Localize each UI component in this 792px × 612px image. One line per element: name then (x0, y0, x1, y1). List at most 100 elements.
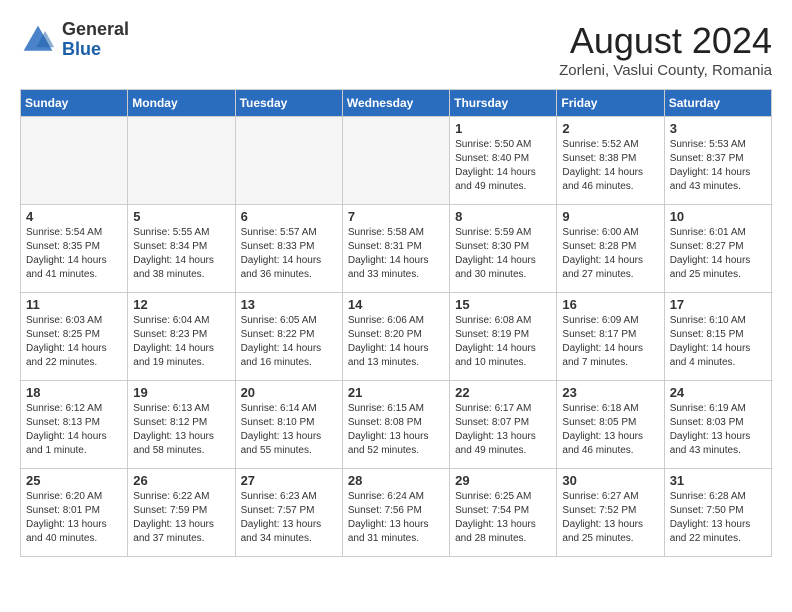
calendar-week-row: 18 Sunrise: 6:12 AM Sunset: 8:13 PM Dayli… (21, 381, 772, 469)
day-header-friday: Friday (557, 90, 664, 117)
day-info: Sunrise: 6:24 AM Sunset: 7:56 PM Dayligh… (348, 490, 444, 546)
day-number: 30 (562, 473, 658, 488)
calendar-table: SundayMondayTuesdayWednesdayThursdayFrid… (20, 89, 772, 557)
calendar-cell: 29 Sunrise: 6:25 AM Sunset: 7:54 PM Dayli… (450, 469, 557, 557)
day-info: Sunrise: 6:18 AM Sunset: 8:05 PM Dayligh… (562, 402, 658, 458)
day-info: Sunrise: 6:15 AM Sunset: 8:08 PM Dayligh… (348, 402, 444, 458)
day-number: 10 (670, 209, 766, 224)
calendar-cell: 19 Sunrise: 6:13 AM Sunset: 8:12 PM Dayli… (128, 381, 235, 469)
calendar-cell: 1 Sunrise: 5:50 AM Sunset: 8:40 PM Daylig… (450, 117, 557, 205)
day-info: Sunrise: 5:57 AM Sunset: 8:33 PM Dayligh… (241, 226, 337, 282)
day-header-wednesday: Wednesday (342, 90, 449, 117)
day-number: 4 (26, 209, 122, 224)
calendar-cell: 31 Sunrise: 6:28 AM Sunset: 7:50 PM Dayli… (664, 469, 771, 557)
day-number: 28 (348, 473, 444, 488)
logo-icon (20, 22, 56, 58)
day-number: 15 (455, 297, 551, 312)
day-info: Sunrise: 6:10 AM Sunset: 8:15 PM Dayligh… (670, 314, 766, 370)
calendar-cell: 6 Sunrise: 5:57 AM Sunset: 8:33 PM Daylig… (235, 205, 342, 293)
day-info: Sunrise: 6:08 AM Sunset: 8:19 PM Dayligh… (455, 314, 551, 370)
calendar-cell: 18 Sunrise: 6:12 AM Sunset: 8:13 PM Dayli… (21, 381, 128, 469)
calendar-cell: 10 Sunrise: 6:01 AM Sunset: 8:27 PM Dayli… (664, 205, 771, 293)
day-info: Sunrise: 6:27 AM Sunset: 7:52 PM Dayligh… (562, 490, 658, 546)
calendar-cell: 9 Sunrise: 6:00 AM Sunset: 8:28 PM Daylig… (557, 205, 664, 293)
day-number: 14 (348, 297, 444, 312)
day-number: 27 (241, 473, 337, 488)
logo-blue-text: Blue (62, 39, 101, 59)
day-header-tuesday: Tuesday (235, 90, 342, 117)
logo-general-text: General (62, 19, 129, 39)
day-number: 18 (26, 385, 122, 400)
day-info: Sunrise: 6:13 AM Sunset: 8:12 PM Dayligh… (133, 402, 229, 458)
day-info: Sunrise: 6:12 AM Sunset: 8:13 PM Dayligh… (26, 402, 122, 458)
day-number: 24 (670, 385, 766, 400)
day-info: Sunrise: 6:28 AM Sunset: 7:50 PM Dayligh… (670, 490, 766, 546)
day-number: 6 (241, 209, 337, 224)
day-number: 5 (133, 209, 229, 224)
calendar-cell: 13 Sunrise: 6:05 AM Sunset: 8:22 PM Dayli… (235, 293, 342, 381)
calendar-week-row: 25 Sunrise: 6:20 AM Sunset: 8:01 PM Dayli… (21, 469, 772, 557)
calendar-cell: 17 Sunrise: 6:10 AM Sunset: 8:15 PM Dayli… (664, 293, 771, 381)
day-number: 12 (133, 297, 229, 312)
calendar-cell: 25 Sunrise: 6:20 AM Sunset: 8:01 PM Dayli… (21, 469, 128, 557)
day-info: Sunrise: 5:50 AM Sunset: 8:40 PM Dayligh… (455, 138, 551, 194)
day-number: 19 (133, 385, 229, 400)
calendar-cell: 30 Sunrise: 6:27 AM Sunset: 7:52 PM Dayli… (557, 469, 664, 557)
day-number: 1 (455, 121, 551, 136)
calendar-cell (235, 117, 342, 205)
day-info: Sunrise: 6:01 AM Sunset: 8:27 PM Dayligh… (670, 226, 766, 282)
day-number: 23 (562, 385, 658, 400)
day-info: Sunrise: 6:06 AM Sunset: 8:20 PM Dayligh… (348, 314, 444, 370)
day-header-monday: Monday (128, 90, 235, 117)
calendar-cell: 28 Sunrise: 6:24 AM Sunset: 7:56 PM Dayli… (342, 469, 449, 557)
day-number: 17 (670, 297, 766, 312)
day-info: Sunrise: 5:59 AM Sunset: 8:30 PM Dayligh… (455, 226, 551, 282)
calendar-cell: 21 Sunrise: 6:15 AM Sunset: 8:08 PM Dayli… (342, 381, 449, 469)
day-header-thursday: Thursday (450, 90, 557, 117)
day-number: 11 (26, 297, 122, 312)
day-number: 29 (455, 473, 551, 488)
day-info: Sunrise: 6:20 AM Sunset: 8:01 PM Dayligh… (26, 490, 122, 546)
day-header-saturday: Saturday (664, 90, 771, 117)
calendar-week-row: 4 Sunrise: 5:54 AM Sunset: 8:35 PM Daylig… (21, 205, 772, 293)
calendar-cell: 24 Sunrise: 6:19 AM Sunset: 8:03 PM Dayli… (664, 381, 771, 469)
day-info: Sunrise: 5:54 AM Sunset: 8:35 PM Dayligh… (26, 226, 122, 282)
calendar-cell: 2Sunrise: 5:52 AM Sunset: 8:38 PM Daylig… (557, 117, 664, 205)
day-number: 7 (348, 209, 444, 224)
day-info: Sunrise: 6:19 AM Sunset: 8:03 PM Dayligh… (670, 402, 766, 458)
calendar-week-row: 1 Sunrise: 5:50 AM Sunset: 8:40 PM Daylig… (21, 117, 772, 205)
day-info: Sunrise: 6:17 AM Sunset: 8:07 PM Dayligh… (455, 402, 551, 458)
day-info: Sunrise: 6:14 AM Sunset: 8:10 PM Dayligh… (241, 402, 337, 458)
day-number: 3 (670, 121, 766, 136)
calendar-cell (21, 117, 128, 205)
title-block: August 2024 Zorleni, Vaslui County, Roma… (559, 20, 772, 79)
day-info: Sunrise: 6:00 AM Sunset: 8:28 PM Dayligh… (562, 226, 658, 282)
day-number: 22 (455, 385, 551, 400)
calendar-cell: 5 Sunrise: 5:55 AM Sunset: 8:34 PM Daylig… (128, 205, 235, 293)
logo-text: General Blue (62, 20, 129, 60)
day-number: 25 (26, 473, 122, 488)
day-info: Sunrise: 5:58 AM Sunset: 8:31 PM Dayligh… (348, 226, 444, 282)
day-info: Sunrise: 6:09 AM Sunset: 8:17 PM Dayligh… (562, 314, 658, 370)
calendar-cell: 3 Sunrise: 5:53 AM Sunset: 8:37 PM Daylig… (664, 117, 771, 205)
day-info: Sunrise: 6:23 AM Sunset: 7:57 PM Dayligh… (241, 490, 337, 546)
day-number: 9 (562, 209, 658, 224)
calendar-cell: 14 Sunrise: 6:06 AM Sunset: 8:20 PM Dayli… (342, 293, 449, 381)
day-number: 16 (562, 297, 658, 312)
day-info: Sunrise: 6:22 AM Sunset: 7:59 PM Dayligh… (133, 490, 229, 546)
day-info: Sunrise: 5:52 AM Sunset: 8:38 PM Dayligh… (562, 138, 658, 194)
calendar-cell: 26Sunrise: 6:22 AM Sunset: 7:59 PM Dayli… (128, 469, 235, 557)
day-number: 31 (670, 473, 766, 488)
calendar-cell: 8Sunrise: 5:59 AM Sunset: 8:30 PM Daylig… (450, 205, 557, 293)
day-info: Sunrise: 5:53 AM Sunset: 8:37 PM Dayligh… (670, 138, 766, 194)
day-info: Sunrise: 6:05 AM Sunset: 8:22 PM Dayligh… (241, 314, 337, 370)
day-number: 21 (348, 385, 444, 400)
day-number: 13 (241, 297, 337, 312)
calendar-cell (342, 117, 449, 205)
day-info: Sunrise: 6:04 AM Sunset: 8:23 PM Dayligh… (133, 314, 229, 370)
day-info: Sunrise: 5:55 AM Sunset: 8:34 PM Dayligh… (133, 226, 229, 282)
day-info: Sunrise: 6:25 AM Sunset: 7:54 PM Dayligh… (455, 490, 551, 546)
calendar-cell: 11Sunrise: 6:03 AM Sunset: 8:25 PM Dayli… (21, 293, 128, 381)
month-title: August 2024 (559, 20, 772, 62)
calendar-cell: 27 Sunrise: 6:23 AM Sunset: 7:57 PM Dayli… (235, 469, 342, 557)
